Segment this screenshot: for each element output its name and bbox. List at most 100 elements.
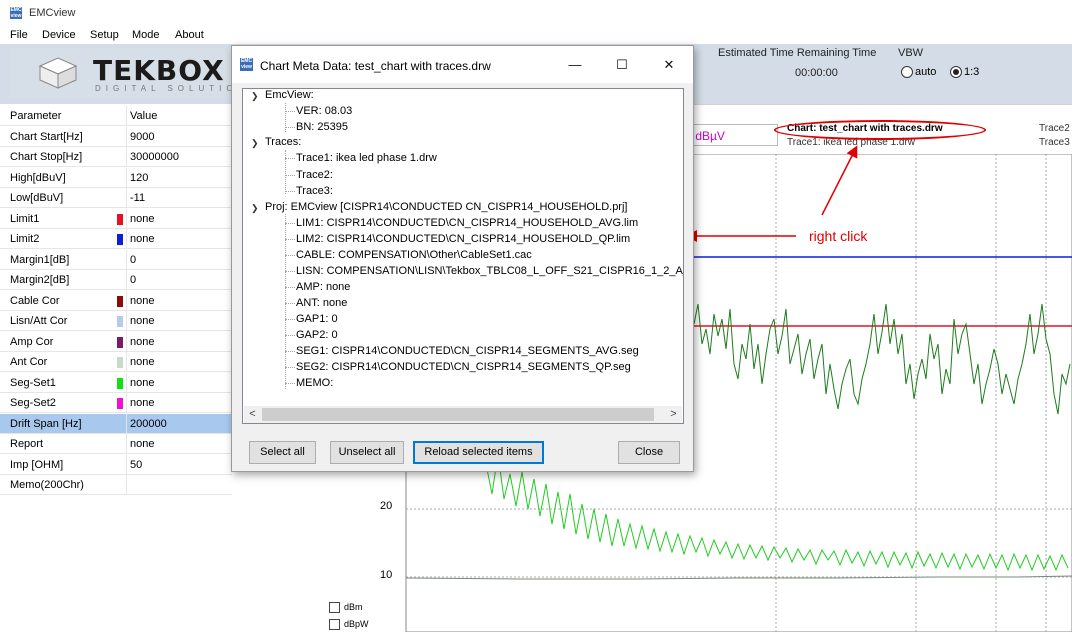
tree-leaf[interactable]: CABLE: COMPENSATION\Other\CableSet1.cac xyxy=(296,249,532,261)
menu-mode[interactable]: Mode xyxy=(132,29,160,41)
param-row[interactable]: Margin1[dB] 0 xyxy=(0,249,232,270)
tree-leaf[interactable]: GAP2: 0 xyxy=(296,329,338,341)
param-row[interactable]: Limit1 none xyxy=(0,208,232,229)
column-divider xyxy=(126,167,127,188)
tree-leaf[interactable]: Trace2: xyxy=(296,169,333,181)
minimize-icon[interactable]: — xyxy=(555,51,595,79)
param-row[interactable]: Ant Cor none xyxy=(0,352,232,372)
tree-leaf[interactable]: AMP: none xyxy=(296,281,350,293)
param-row[interactable]: Drift Span [Hz] 200000 xyxy=(0,413,232,434)
param-value[interactable]: none xyxy=(130,377,154,389)
param-row[interactable]: Imp [OHM] 50 xyxy=(0,454,232,475)
menu-setup[interactable]: Setup xyxy=(90,29,119,41)
param-value[interactable]: 0 xyxy=(130,274,136,286)
color-swatch[interactable] xyxy=(117,213,123,225)
color-swatch[interactable] xyxy=(117,398,123,409)
param-value[interactable]: none xyxy=(130,295,154,307)
param-name: Lisn/Att Cor xyxy=(10,315,68,327)
color-swatch[interactable] xyxy=(117,377,123,389)
param-value[interactable]: none xyxy=(130,315,154,327)
menu-device[interactable]: Device xyxy=(42,29,76,41)
tree-leaf[interactable]: Trace1: ikea led phase 1.drw xyxy=(296,152,437,164)
tree-node-traces[interactable]: Traces: xyxy=(265,136,301,148)
param-value[interactable]: 9000 xyxy=(130,131,154,143)
param-name: Margin1[dB] xyxy=(10,253,70,266)
tree-leaf[interactable]: MEMO: xyxy=(296,377,333,389)
param-row[interactable]: Memo(200Chr) xyxy=(0,475,232,495)
close-button[interactable]: Close xyxy=(618,441,680,464)
param-value[interactable]: 50 xyxy=(130,459,142,471)
param-row[interactable]: Chart Start[Hz] 9000 xyxy=(0,126,232,147)
unselect-all-button[interactable]: Unselect all xyxy=(330,441,404,464)
tree-leaf[interactable]: LIM2: CISPR14\CONDUCTED\CN_CISPR14_HOUSE… xyxy=(296,233,630,245)
dbm-checkbox[interactable] xyxy=(329,602,340,613)
vbw-auto-radio[interactable] xyxy=(901,66,913,78)
tree-leaf[interactable]: Trace3: xyxy=(296,185,333,197)
param-name: Amp Cor xyxy=(10,335,54,348)
param-value[interactable]: none xyxy=(130,397,154,409)
dbpw-checkbox[interactable] xyxy=(329,619,340,630)
scroll-thumb[interactable] xyxy=(262,408,654,421)
param-value[interactable]: 30000000 xyxy=(130,151,179,163)
param-header-name: Parameter xyxy=(10,110,62,122)
param-value[interactable]: -11 xyxy=(130,192,145,204)
expand-chevron-icon[interactable]: ❯ xyxy=(251,91,259,102)
param-row[interactable]: Seg-Set2 none xyxy=(0,393,232,413)
menu-about[interactable]: About xyxy=(175,29,204,41)
tree-node-emcview[interactable]: EmcView: xyxy=(265,89,314,101)
select-all-button[interactable]: Select all xyxy=(249,441,316,464)
color-swatch[interactable] xyxy=(117,316,123,327)
tree-leaf[interactable]: SEG2: CISPR14\CONDUCTED\CN_CISPR14_SEGME… xyxy=(296,361,631,373)
param-row[interactable]: Lisn/Att Cor none xyxy=(0,311,232,331)
param-value[interactable]: none xyxy=(130,213,154,225)
param-name: Memo(200Chr) xyxy=(10,479,84,491)
dbm-label: dBm xyxy=(344,602,363,612)
dialog-titlebar[interactable]: EMC view Chart Meta Data: test_chart wit… xyxy=(232,46,693,83)
param-value[interactable]: 120 xyxy=(130,172,148,184)
param-value[interactable]: none xyxy=(130,336,154,348)
tree-leaf[interactable]: LIM1: CISPR14\CONDUCTED\CN_CISPR14_HOUSE… xyxy=(296,217,638,229)
param-value[interactable]: none xyxy=(130,356,154,368)
expand-chevron-icon[interactable]: ❯ xyxy=(251,203,259,214)
reload-selected-button[interactable]: Reload selected items xyxy=(413,441,544,464)
meta-data-tree[interactable]: ❯ EmcView: VER: 08.03 BN: 25395 ❯ Traces… xyxy=(242,88,684,424)
expand-chevron-icon[interactable]: ❯ xyxy=(251,138,259,149)
tree-leaf[interactable]: BN: 25395 xyxy=(296,121,348,133)
param-row[interactable]: Limit2 none xyxy=(0,229,232,249)
dbpw-label: dBpW xyxy=(344,619,369,629)
tree-leaf[interactable]: VER: 08.03 xyxy=(296,105,352,117)
param-row[interactable]: Cable Cor none xyxy=(0,290,232,311)
scroll-right-icon[interactable]: > xyxy=(665,406,682,423)
menu-file[interactable]: File xyxy=(10,29,28,41)
vbw-1-3-radio[interactable] xyxy=(950,66,962,78)
y-tick-20: 20 xyxy=(380,500,393,512)
tree-leaf[interactable]: LISN: COMPENSATION\LISN\Tekbox_TBLC08_L_… xyxy=(296,265,683,277)
tree-node-proj[interactable]: Proj: EMCview [CISPR14\CONDUCTED CN_CISP… xyxy=(265,201,627,213)
column-divider xyxy=(126,413,127,434)
param-value[interactable]: none xyxy=(130,233,154,245)
close-icon[interactable]: ✕ xyxy=(649,51,689,79)
param-value[interactable]: 0 xyxy=(130,254,136,266)
param-value[interactable]: none xyxy=(130,438,154,450)
maximize-icon[interactable]: ☐ xyxy=(602,51,642,79)
color-swatch[interactable] xyxy=(117,234,123,245)
annotation-label: right click xyxy=(809,228,868,244)
param-row[interactable]: Report none xyxy=(0,434,232,454)
param-row[interactable]: Low[dBuV] -11 xyxy=(0,188,232,208)
tree-leaf[interactable]: SEG1: CISPR14\CONDUCTED\CN_CISPR14_SEGME… xyxy=(296,345,639,357)
param-row[interactable]: Seg-Set1 none xyxy=(0,372,232,393)
tree-leaf[interactable]: ANT: none xyxy=(296,297,347,309)
param-row[interactable]: Chart Stop[Hz] 30000000 xyxy=(0,147,232,167)
color-swatch[interactable] xyxy=(117,336,123,348)
color-swatch[interactable] xyxy=(117,357,123,368)
param-row[interactable]: High[dBuV] 120 xyxy=(0,167,232,188)
param-row[interactable]: Margin2[dB] 0 xyxy=(0,270,232,290)
param-name: Margin2[dB] xyxy=(10,274,70,286)
color-swatch[interactable] xyxy=(117,295,123,307)
trace3-label: Trace3 xyxy=(1039,137,1070,148)
horizontal-scrollbar[interactable]: < > xyxy=(244,406,682,423)
param-value[interactable]: 200000 xyxy=(130,418,167,430)
param-row[interactable]: Amp Cor none xyxy=(0,331,232,352)
tree-leaf[interactable]: GAP1: 0 xyxy=(296,313,338,325)
scroll-left-icon[interactable]: < xyxy=(244,406,261,423)
